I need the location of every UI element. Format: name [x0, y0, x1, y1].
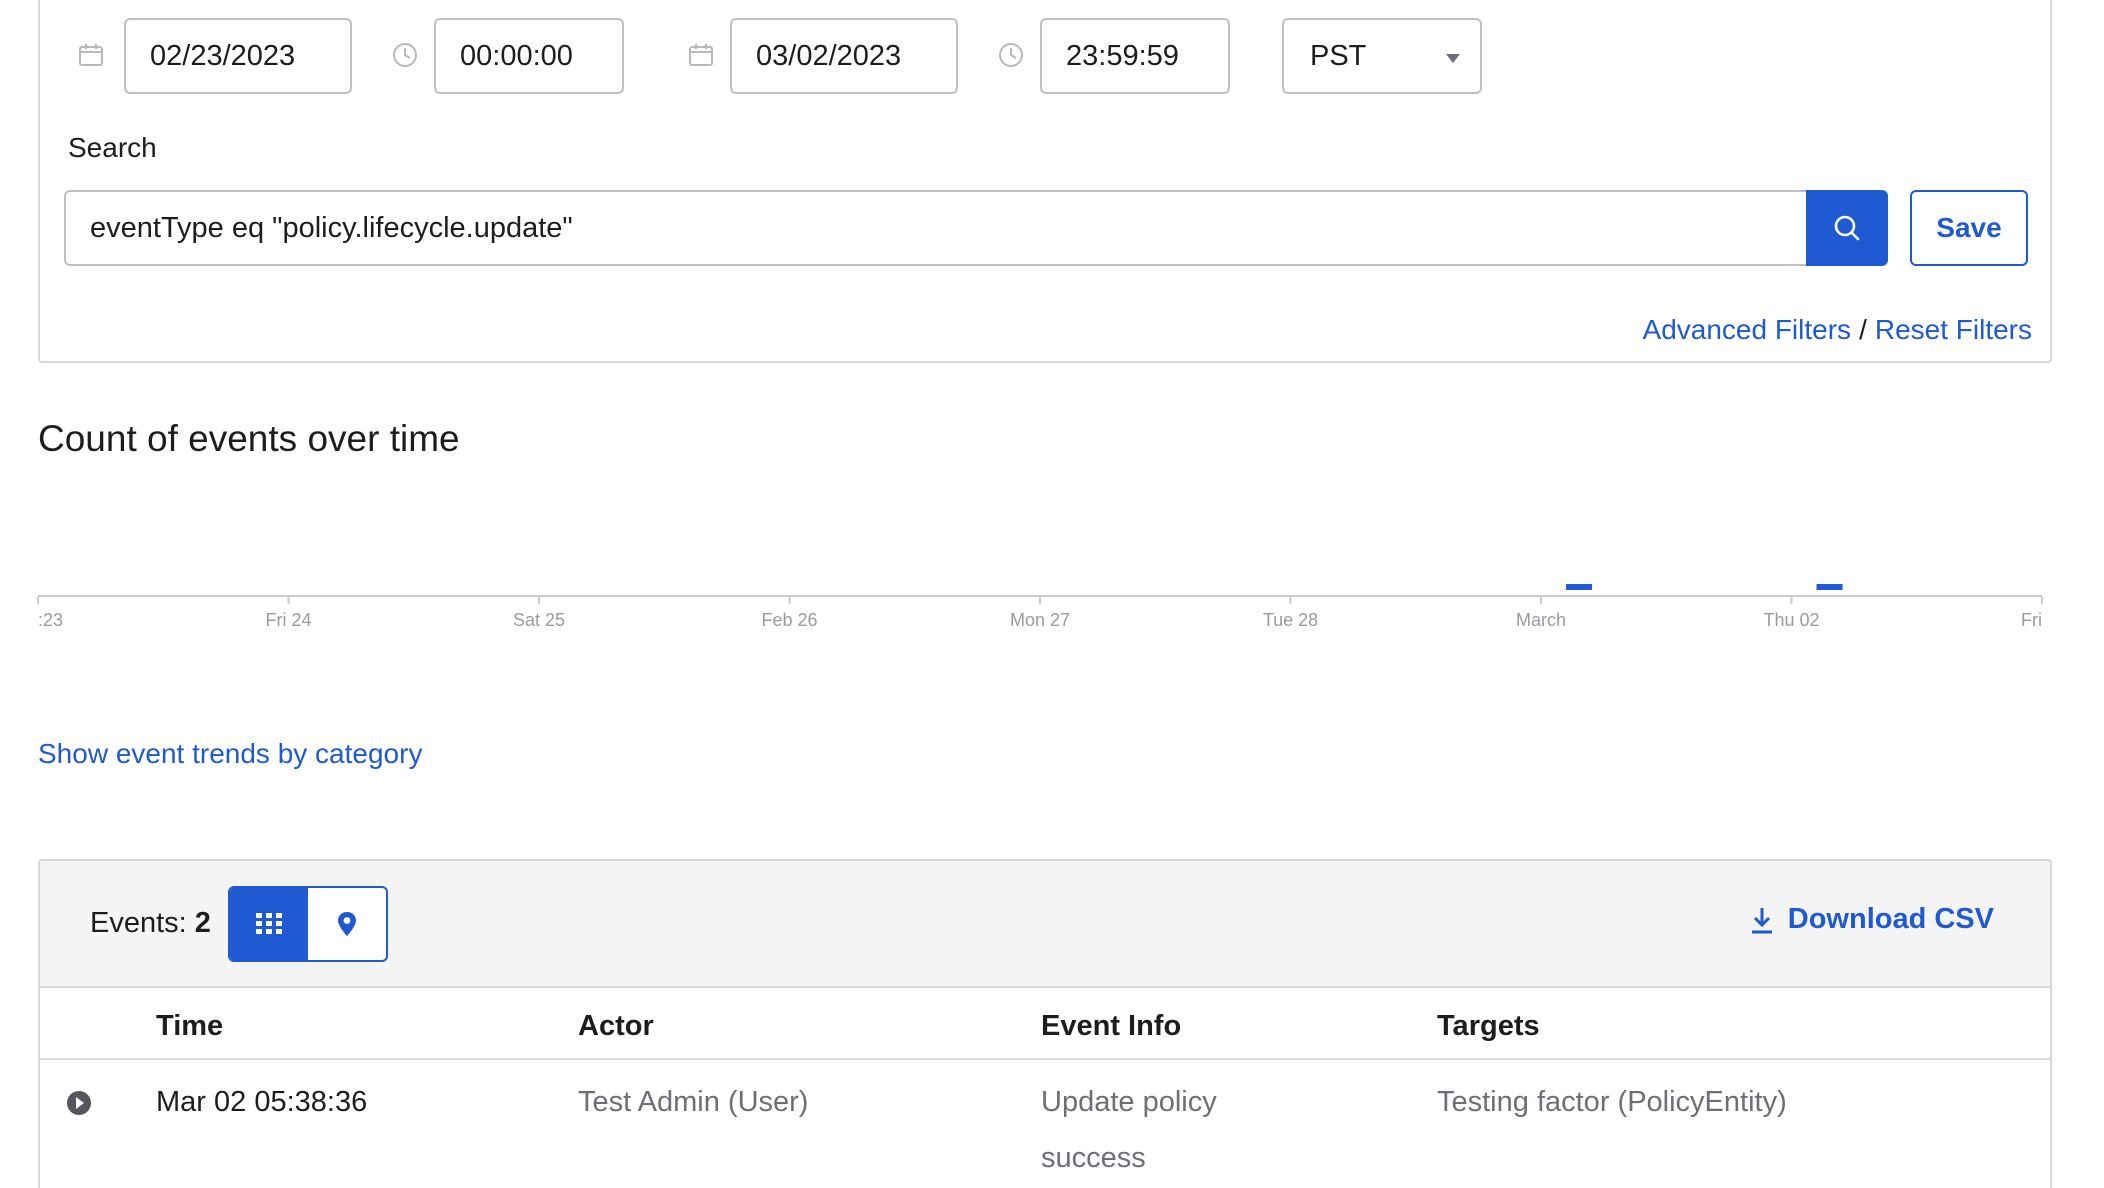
x-tick-label: Sat 25: [513, 610, 565, 630]
download-csv-label: Download CSV: [1787, 903, 1994, 935]
filter-links: Advanced Filters / Reset Filters: [1643, 314, 2032, 346]
x-tick-label: Fri 24: [265, 610, 311, 630]
column-header-time[interactable]: Time: [156, 1010, 223, 1043]
x-tick-label: Fri: [2021, 610, 2042, 630]
table-row[interactable]: Mar 02 05:38:36 Test Admin (User) Update…: [40, 1060, 2050, 1188]
map-pin-icon: [338, 912, 356, 936]
target-type: (PolicyEntity): [1617, 1086, 1787, 1118]
table-view-button[interactable]: [230, 888, 308, 960]
show-event-trends-link[interactable]: Show event trends by category: [38, 738, 422, 770]
column-header-actor[interactable]: Actor: [578, 1010, 654, 1043]
x-tick-label: March: [1516, 610, 1566, 630]
events-header: Events: 2 Download CSV: [40, 861, 2050, 988]
events-count: Events: 2: [90, 907, 211, 940]
events-chart: :23 Fri 24 Sat 25 Feb 26 Mon 27 Tue 28 March Th…: [37, 584, 2043, 630]
search-button[interactable]: [1806, 190, 1888, 266]
event-target: Testing factor (PolicyEntity): [1437, 1086, 1787, 1119]
advanced-filters-link[interactable]: Advanced Filters: [1643, 314, 1852, 346]
events-count-label: Events:: [90, 907, 187, 939]
end-time-input[interactable]: 23:59:59: [1040, 18, 1230, 94]
clock-icon: [998, 42, 1024, 68]
grid-icon: [256, 913, 282, 934]
reset-filters-link[interactable]: Reset Filters: [1875, 314, 2032, 346]
events-count-value: 2: [194, 907, 211, 939]
map-view-button[interactable]: [308, 888, 386, 960]
timezone-value: PST: [1310, 39, 1367, 72]
search-input[interactable]: eventType eq "policy.lifecycle.update": [64, 190, 1808, 266]
clock-icon: [392, 42, 418, 68]
x-tick-label: Thu 02: [1763, 610, 1819, 630]
x-tick-label: Feb 26: [761, 610, 817, 630]
column-header-targets[interactable]: Targets: [1437, 1010, 1540, 1043]
event-outcome: success: [1041, 1142, 1146, 1174]
download-csv-button[interactable]: Download CSV: [1750, 903, 1994, 936]
x-tick-label: Mon 27: [1010, 610, 1070, 630]
column-header-event-info[interactable]: Event Info: [1041, 1010, 1181, 1043]
actor-name[interactable]: Test Admin: [578, 1086, 720, 1118]
chart-title: Count of events over time: [38, 418, 460, 459]
event-info: Update policy: [1041, 1086, 1217, 1118]
download-icon: [1751, 907, 1772, 933]
end-date-input[interactable]: 03/02/2023: [730, 18, 958, 94]
link-separator: /: [1859, 314, 1867, 345]
target-name[interactable]: Testing factor: [1437, 1086, 1609, 1118]
chart-bar[interactable]: [1816, 584, 1843, 590]
search-icon: [1834, 215, 1860, 241]
start-time-input[interactable]: 00:00:00: [434, 18, 624, 94]
save-button[interactable]: Save: [1910, 190, 2028, 266]
expand-row-icon[interactable]: [66, 1090, 92, 1121]
chart-bar[interactable]: [1566, 584, 1593, 590]
event-time: Mar 02 05:38:36: [156, 1086, 368, 1118]
chevron-down-icon: [1446, 54, 1460, 63]
actor-type: (User): [727, 1086, 809, 1118]
x-tick-label: :23: [38, 610, 63, 630]
search-label: Search: [68, 132, 157, 163]
timezone-select[interactable]: PST: [1282, 18, 1482, 94]
event-actor: Test Admin (User): [578, 1086, 808, 1119]
start-date-input[interactable]: 02/23/2023: [124, 18, 352, 94]
calendar-icon: [688, 42, 714, 68]
x-tick-label: Tue 28: [1263, 610, 1318, 630]
calendar-icon: [78, 42, 104, 68]
view-toggle: [228, 886, 388, 962]
